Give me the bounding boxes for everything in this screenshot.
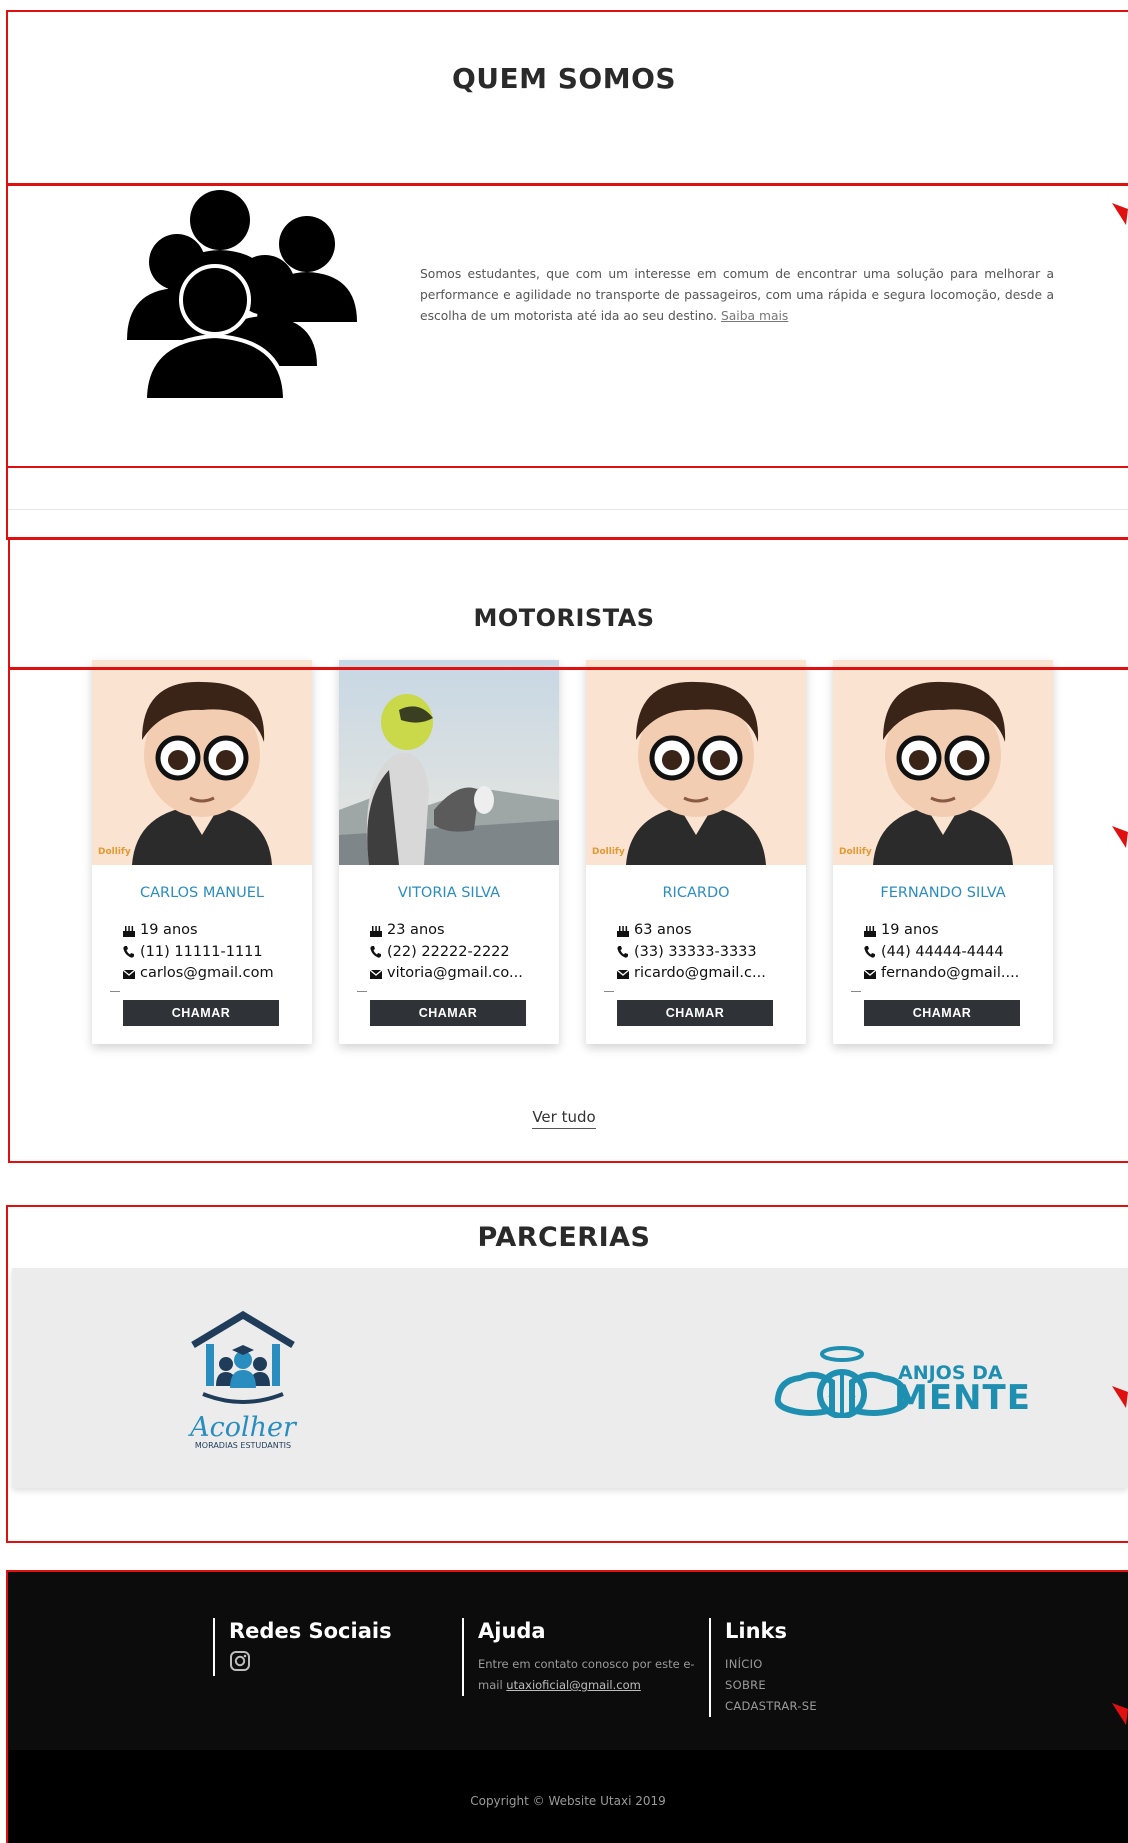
saiba-mais-link[interactable]: Saiba mais xyxy=(721,309,788,323)
watermark-label: Dollify xyxy=(592,847,625,857)
envelope-icon xyxy=(863,969,877,979)
footer-link-inicio[interactable]: INÍCIO xyxy=(725,1654,817,1675)
house-people-icon xyxy=(191,1310,295,1404)
help-text-block: Entre em contato conosco por este e-mail… xyxy=(478,1654,700,1696)
chamar-button[interactable]: CHAMAR xyxy=(864,1000,1020,1026)
chamar-button[interactable]: CHAMAR xyxy=(617,1000,773,1026)
about-paragraph: Somos estudantes, que com um interesse e… xyxy=(420,264,1054,327)
driver-age: 19 anos xyxy=(140,922,198,938)
driver-avatar: Dollify xyxy=(833,660,1053,865)
phone-icon xyxy=(370,946,381,958)
chamar-button[interactable]: CHAMAR xyxy=(123,1000,279,1026)
footer-links-list: INÍCIO SOBRE CADASTRAR-SE xyxy=(725,1654,817,1717)
ver-tudo-link[interactable]: Ver tudo xyxy=(532,1108,596,1129)
envelope-icon xyxy=(122,969,136,979)
group-people-icon xyxy=(127,190,357,402)
annotation-arrow-icon xyxy=(1112,203,1128,225)
quem-somos-title: QUEM SOMOS xyxy=(451,62,677,95)
driver-phone: (11) 11111-1111 xyxy=(140,943,263,960)
watermark-label: Dollify xyxy=(839,847,872,857)
driver-card: Dollify RICARDO 63 anos (33) 33333-3333 … xyxy=(586,660,806,1044)
anjos-logo-line2: MENTE xyxy=(894,1378,1031,1418)
birthday-cake-icon xyxy=(617,925,629,937)
divider xyxy=(110,991,120,992)
annotation-box xyxy=(6,465,1128,540)
driver-name: CARLOS MANUEL xyxy=(139,885,265,901)
motoristas-title: MOTORISTAS xyxy=(473,604,655,632)
footer-help-column: Ajuda Entre em contato conosco por este … xyxy=(462,1618,700,1696)
section-divider xyxy=(8,509,1128,510)
footer-link-sobre[interactable]: SOBRE xyxy=(725,1675,817,1696)
driver-card: VITORIA SILVA 23 anos (22) 22222-2222 vi… xyxy=(339,660,559,1044)
driver-name: RICARDO xyxy=(662,885,730,901)
social-heading: Redes Sociais xyxy=(229,1619,392,1643)
birthday-cake-icon xyxy=(864,925,876,937)
annotation-arrow-icon xyxy=(1112,1703,1128,1725)
chamar-button[interactable]: CHAMAR xyxy=(370,1000,526,1026)
driver-phone: (22) 22222-2222 xyxy=(387,943,510,960)
driver-card: Dollify CARLOS MANUEL 19 anos (11) 11111… xyxy=(92,660,312,1044)
driver-name: VITORIA SILVA xyxy=(397,885,501,901)
birthday-cake-icon xyxy=(123,925,135,937)
instagram-icon[interactable] xyxy=(229,1650,251,1672)
footer-links-column: Links INÍCIO SOBRE CADASTRAR-SE xyxy=(709,1618,817,1717)
driver-name: FERNANDO SILVA xyxy=(880,885,1006,901)
help-email-link[interactable]: utaxioficial@gmail.com xyxy=(506,1678,641,1692)
divider xyxy=(851,991,861,992)
phone-icon xyxy=(123,946,134,958)
envelope-icon xyxy=(616,969,630,979)
driver-age: 63 anos xyxy=(634,922,692,938)
annotation-arrow-icon xyxy=(1112,826,1128,848)
driver-phone: (44) 44444-4444 xyxy=(881,943,1004,960)
driver-info: 19 anos (11) 11111-1111 carlos@gmail.com xyxy=(122,920,304,985)
annotation-box xyxy=(6,10,1128,186)
driver-email: carlos@gmail.com xyxy=(140,965,274,981)
acolher-logo-subtitle: MORADIAS ESTUDANTIS xyxy=(194,1441,292,1450)
footer-social-column: Redes Sociais xyxy=(213,1618,392,1676)
envelope-icon xyxy=(369,969,383,979)
driver-age: 23 anos xyxy=(387,922,445,938)
driver-avatar: Dollify xyxy=(586,660,806,865)
annotation-arrow-icon xyxy=(1112,1386,1128,1408)
driver-email: ricardo@gmail.c... xyxy=(634,965,766,981)
phone-icon xyxy=(617,946,628,958)
divider xyxy=(357,991,367,992)
driver-info: 19 anos (44) 44444-4444 fernando@gmail..… xyxy=(863,920,1045,985)
driver-photo xyxy=(339,660,559,865)
birthday-cake-icon xyxy=(370,925,382,937)
phone-icon xyxy=(864,946,875,958)
divider xyxy=(604,991,614,992)
copyright-text: Copyright © Website Utaxi 2019 xyxy=(470,1794,666,1808)
driver-info: 23 anos (22) 22222-2222 vitoria@gmail.co… xyxy=(369,920,551,985)
driver-info: 63 anos (33) 33333-3333 ricardo@gmail.c.… xyxy=(616,920,798,985)
driver-email: vitoria@gmail.co... xyxy=(387,965,523,981)
driver-age: 19 anos xyxy=(881,922,939,938)
acolher-logo-text: Acolher xyxy=(190,1412,296,1443)
footer-link-cadastrar[interactable]: CADASTRAR-SE xyxy=(725,1696,817,1717)
watermark-label: Dollify xyxy=(98,847,131,857)
anjos-da-mente-logo[interactable]: ANJOS DA MENTE xyxy=(770,1340,1030,1418)
parcerias-title: PARCERIAS xyxy=(477,1222,651,1253)
acolher-logo[interactable]: Acolher MORADIAS ESTUDANTIS xyxy=(188,1310,298,1450)
driver-avatar: Dollify xyxy=(92,660,312,865)
driver-card: Dollify FERNANDO SILVA 19 anos (44) 4444… xyxy=(833,660,1053,1044)
help-heading: Ajuda xyxy=(478,1619,546,1643)
links-heading: Links xyxy=(725,1619,787,1643)
driver-email: fernando@gmail.... xyxy=(881,965,1020,981)
driver-phone: (33) 33333-3333 xyxy=(634,943,757,960)
ver-tudo-container: Ver tudo xyxy=(0,1108,1128,1129)
